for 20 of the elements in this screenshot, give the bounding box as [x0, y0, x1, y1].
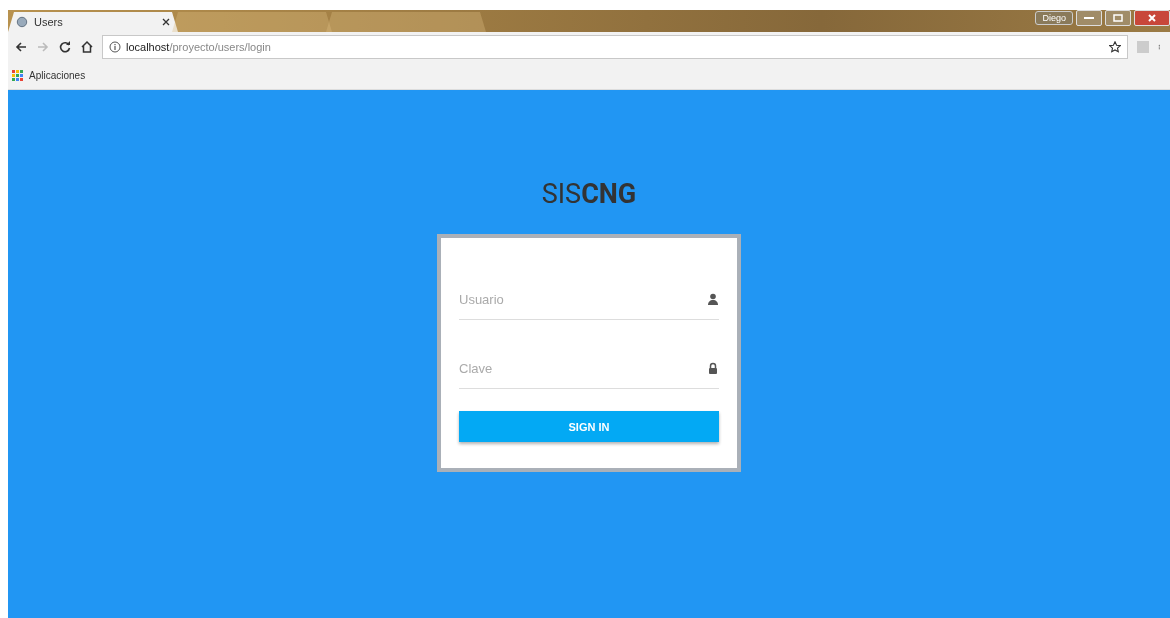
apps-bookmark[interactable]: Aplicaciones	[12, 70, 86, 81]
app-title: SISCNG	[541, 178, 637, 210]
url-text: localhost/proyecto/users/login	[126, 41, 271, 53]
maximize-icon[interactable]	[1105, 10, 1131, 26]
page-icon	[16, 16, 28, 28]
reload-icon[interactable]	[58, 40, 72, 54]
username-field[interactable]: Usuario	[459, 291, 707, 307]
lock-icon	[707, 362, 719, 374]
back-icon[interactable]	[14, 40, 28, 54]
close-icon[interactable]	[162, 18, 170, 26]
minimize-icon[interactable]	[1076, 10, 1102, 26]
apps-icon	[12, 70, 23, 81]
home-icon[interactable]	[80, 40, 94, 54]
browser-tab[interactable]: Users	[8, 12, 178, 32]
user-icon	[707, 293, 719, 305]
info-icon[interactable]	[109, 41, 121, 53]
profile-button[interactable]: Diego	[1035, 11, 1073, 25]
password-field[interactable]: Clave	[459, 360, 707, 376]
address-bar[interactable]: localhost/proyecto/users/login	[102, 35, 1128, 59]
star-icon[interactable]	[1109, 41, 1121, 53]
